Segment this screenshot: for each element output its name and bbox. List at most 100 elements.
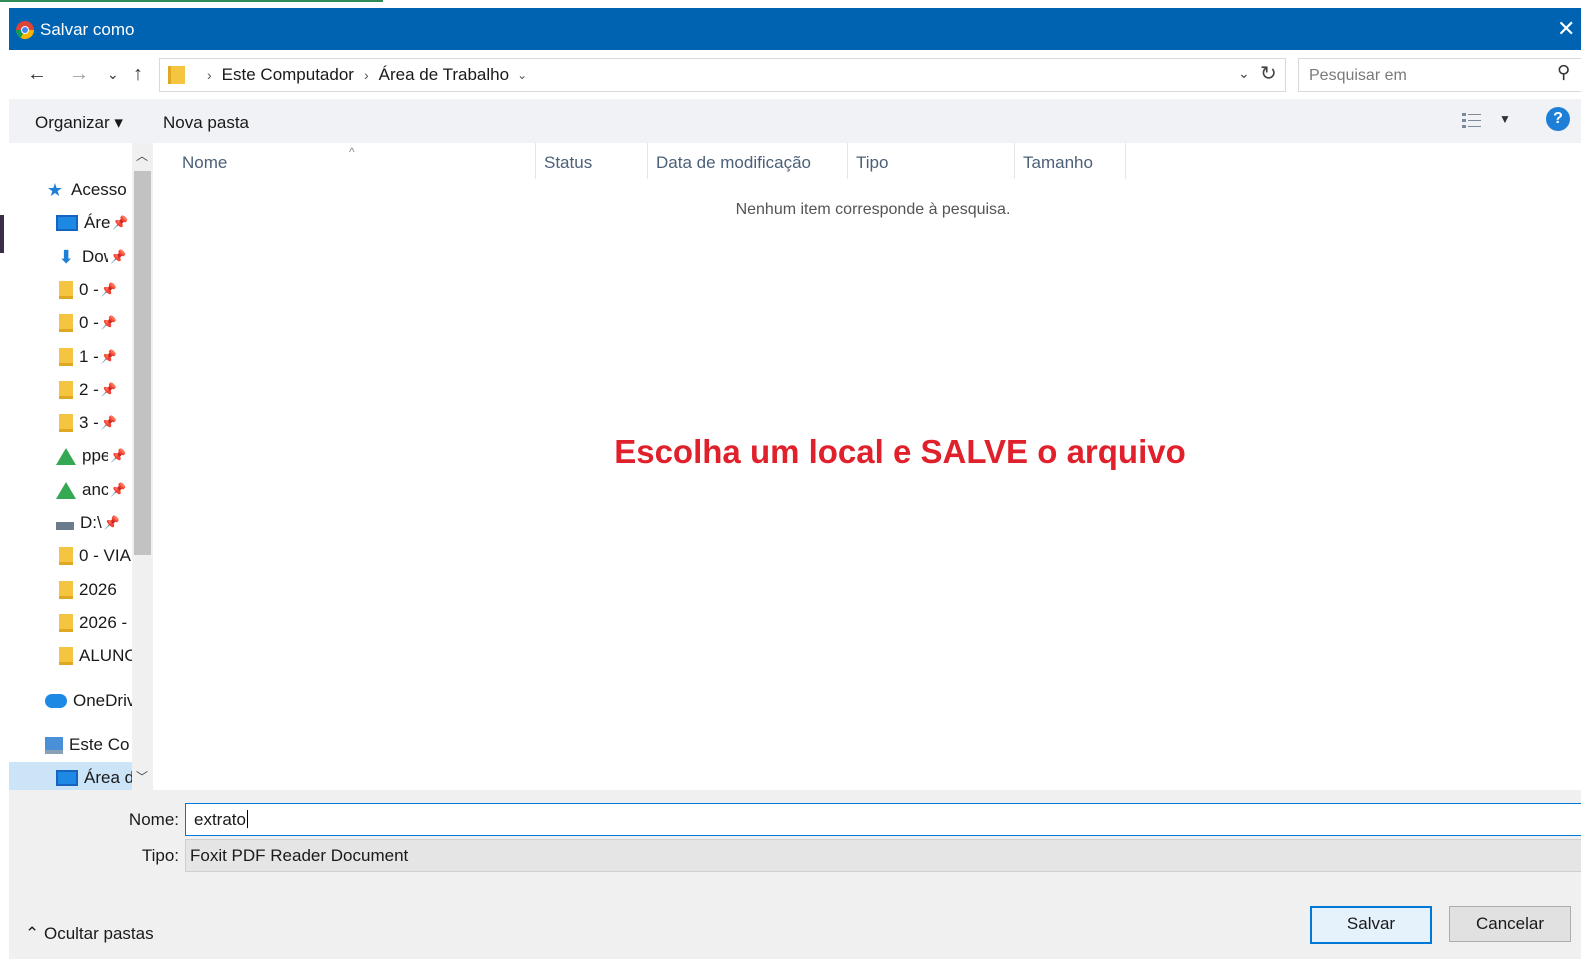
- up-arrow-icon[interactable]: ↑: [133, 63, 143, 86]
- back-arrow-icon[interactable]: ←: [27, 63, 47, 86]
- nav-item-label: ALUNO: [79, 646, 138, 665]
- nav-item-label: D:\: [80, 513, 102, 532]
- nav-item-label: Este Computador: [69, 735, 129, 754]
- nav-item-label: 3 -: [79, 413, 99, 432]
- forward-arrow-icon[interactable]: →: [69, 63, 89, 86]
- nav-item-label: 2026 -: [79, 613, 128, 632]
- save-form: Nome: extrato Tipo: Foxit PDF Reader Doc…: [9, 790, 1581, 959]
- nav-item-label: Acesso rápido: [71, 180, 131, 199]
- file-type-value: Foxit PDF Reader Document: [190, 846, 409, 865]
- desktop-icon: [56, 770, 78, 786]
- file-name-label: Nome:: [128, 810, 179, 829]
- new-folder-button[interactable]: Nova pasta: [163, 113, 249, 133]
- pin-icon[interactable]: 📌: [104, 515, 120, 531]
- refresh-icon[interactable]: ↻: [1260, 61, 1277, 86]
- address-row: ← → ⌄ ↑ › Este Computador › Área de Trab…: [9, 50, 1581, 99]
- file-list: Nome ^ Status Data de modificação Tipo T…: [153, 143, 1581, 790]
- folder-icon: [59, 281, 73, 299]
- column-header-type[interactable]: Tipo: [856, 153, 888, 173]
- instruction-overlay-text: Escolha um local e SALVE o arquivo: [614, 433, 1186, 470]
- nav-item-label: 2 -: [79, 380, 99, 399]
- address-dropdown-icon[interactable]: ⌄: [1238, 65, 1250, 82]
- scroll-up-icon[interactable]: ︿: [136, 147, 148, 164]
- dialog-title: Salvar como: [40, 20, 135, 39]
- column-divider[interactable]: [1014, 143, 1015, 179]
- star-icon: ★: [46, 180, 64, 200]
- column-header-name[interactable]: Nome: [182, 153, 227, 173]
- folder-icon: [59, 581, 73, 599]
- empty-state-message: Nenhum item corresponde à pesquisa.: [735, 201, 1011, 218]
- google-drive-icon: [56, 447, 76, 465]
- save-button[interactable]: Salvar: [1310, 906, 1432, 944]
- download-icon: ⬇: [58, 247, 74, 267]
- nav-item-label: 0 -: [79, 280, 99, 299]
- help-icon[interactable]: ?: [1546, 107, 1570, 131]
- folder-icon: [59, 614, 73, 632]
- nav-item-label: ppe: [82, 446, 108, 465]
- search-icon[interactable]: ⚲: [1557, 62, 1570, 83]
- chevron-down-icon[interactable]: ⌄: [517, 68, 527, 82]
- background-edge-mark: [0, 215, 4, 253]
- close-icon[interactable]: ✕: [1557, 16, 1575, 42]
- chrome-icon: [15, 21, 34, 40]
- nav-item-label: 2026: [79, 580, 117, 599]
- column-header-date[interactable]: Data de modificação: [656, 153, 811, 173]
- title-bar[interactable]: Salvar como ✕: [9, 8, 1581, 50]
- pin-icon[interactable]: 📌: [101, 349, 117, 365]
- address-bar[interactable]: › Este Computador › Área de Trabalho ⌄ ⌄…: [159, 58, 1286, 92]
- hide-folders-button[interactable]: ⌃ Ocultar pastas: [25, 924, 154, 944]
- organize-button[interactable]: Organizar ▾: [35, 113, 123, 133]
- folder-icon: [59, 348, 73, 366]
- search-placeholder: Pesquisar em: [1309, 67, 1407, 84]
- view-options-icon[interactable]: [1461, 111, 1483, 131]
- column-header-size[interactable]: Tamanho: [1023, 153, 1093, 173]
- google-drive-icon: [56, 481, 76, 499]
- column-divider[interactable]: [647, 143, 648, 179]
- recent-locations-icon[interactable]: ⌄: [107, 66, 119, 83]
- nav-item-label: anc: [82, 480, 108, 499]
- folder-icon: [59, 647, 73, 665]
- folder-icon: [59, 314, 73, 332]
- scroll-down-icon[interactable]: ﹀: [136, 768, 148, 785]
- chevron-right-icon: ›: [207, 67, 212, 83]
- column-divider[interactable]: [535, 143, 536, 179]
- desktop-icon: [56, 215, 78, 231]
- folder-icon: [59, 547, 73, 565]
- column-divider[interactable]: [1125, 143, 1126, 179]
- folder-icon: [168, 66, 185, 84]
- file-name-input[interactable]: extrato: [185, 803, 1581, 836]
- cancel-button[interactable]: Cancelar: [1449, 906, 1571, 942]
- file-name-text: extrato: [194, 810, 246, 829]
- folder-icon: [59, 414, 73, 432]
- column-header-status[interactable]: Status: [544, 153, 592, 173]
- computer-icon: [45, 736, 63, 754]
- pin-icon[interactable]: 📌: [110, 482, 126, 498]
- search-input[interactable]: Pesquisar em ⚲: [1298, 58, 1581, 92]
- pin-icon[interactable]: 📌: [101, 382, 117, 398]
- column-divider[interactable]: [847, 143, 848, 179]
- pin-icon[interactable]: 📌: [101, 415, 117, 431]
- command-bar: Organizar ▾ Nova pasta ▼ ?: [9, 99, 1581, 143]
- pin-icon[interactable]: 📌: [101, 282, 117, 298]
- breadcrumb-item[interactable]: Área de Trabalho: [379, 65, 509, 85]
- sort-ascending-icon: ^: [349, 145, 355, 159]
- drive-icon: [56, 522, 74, 530]
- nav-item-label: 1 -: [79, 347, 99, 366]
- breadcrumb: › Este Computador › Área de Trabalho ⌄: [160, 59, 527, 91]
- nav-scrollbar-thumb[interactable]: [134, 171, 151, 555]
- pin-icon[interactable]: 📌: [110, 249, 126, 265]
- file-type-label: Tipo:: [141, 846, 179, 865]
- breadcrumb-item[interactable]: Este Computador: [222, 65, 354, 85]
- chevron-right-icon: ›: [363, 67, 369, 83]
- nav-item-label: Área de Trabalho: [84, 213, 110, 232]
- pin-icon[interactable]: 📌: [101, 315, 117, 331]
- text-cursor: [246, 810, 248, 828]
- nav-item-label: 0 - VIA: [79, 546, 131, 565]
- onedrive-icon: [45, 694, 67, 708]
- nav-item-label: OneDrive: [73, 691, 133, 710]
- chevron-down-icon[interactable]: ▼: [1499, 112, 1511, 126]
- file-name-value: extrato: [194, 810, 248, 830]
- pin-icon[interactable]: 📌: [110, 448, 126, 464]
- pin-icon[interactable]: 📌: [112, 215, 128, 231]
- file-type-select[interactable]: Foxit PDF Reader Document: [185, 839, 1581, 872]
